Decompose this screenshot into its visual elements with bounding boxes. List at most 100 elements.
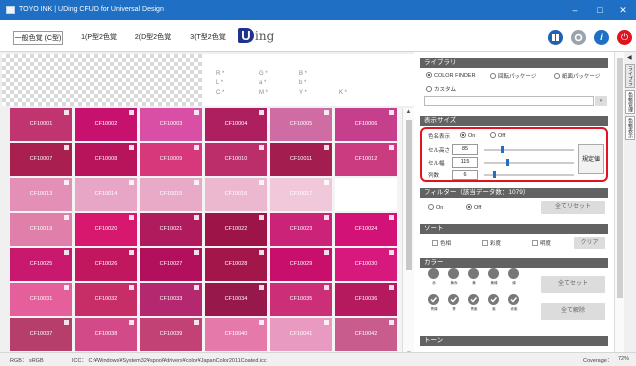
swatch-cell[interactable]: CF10035: [270, 283, 332, 316]
vtab-book-display[interactable]: 色帳表示: [625, 116, 635, 140]
panel-scroll-thumb[interactable]: [617, 58, 623, 298]
swatch-cell[interactable]: CF10029: [270, 248, 332, 281]
swatch-cell[interactable]: CF10018: [335, 178, 397, 211]
swatch-cell[interactable]: CF10027: [140, 248, 202, 281]
swatch-cell[interactable]: CF10042: [335, 318, 397, 351]
swatch-cell[interactable]: CF10006: [335, 108, 397, 141]
swatch-cell[interactable]: CF10019: [10, 213, 72, 246]
select-all-colors-button[interactable]: 全てセット: [541, 276, 605, 293]
library-option-custom[interactable]: カスタム: [426, 85, 456, 93]
swatch-cell[interactable]: CF10040: [205, 318, 267, 351]
info-icon[interactable]: i: [594, 30, 609, 45]
swatch-cell[interactable]: CF10034: [205, 283, 267, 316]
swatch-cell[interactable]: CF10021: [140, 213, 202, 246]
columns-slider[interactable]: [484, 171, 574, 178]
scroll-thumb[interactable]: [406, 120, 412, 270]
swatch-cell[interactable]: CF10030: [335, 248, 397, 281]
swatch-cell[interactable]: CF10033: [140, 283, 202, 316]
swatch-cell[interactable]: CF10039: [140, 318, 202, 351]
filter-on[interactable]: On: [428, 204, 443, 211]
swatch-cell[interactable]: CF10020: [75, 213, 137, 246]
color-filter-dot[interactable]: [428, 294, 439, 305]
tab-d-type[interactable]: 2(D型2色覚: [129, 31, 177, 45]
color-filter-dot[interactable]: [488, 268, 499, 279]
gear-icon[interactable]: [571, 30, 586, 45]
maximize-button[interactable]: □: [589, 3, 611, 17]
tab-p-type[interactable]: 1(P型2色覚: [75, 31, 123, 45]
swatch-cell[interactable]: CF10016: [205, 178, 267, 211]
swatch-cell[interactable]: CF10014: [75, 178, 137, 211]
cell-height-slider[interactable]: [484, 146, 574, 153]
swatch-cell[interactable]: CF10028: [205, 248, 267, 281]
swatch-cell[interactable]: CF10031: [10, 283, 72, 316]
name-display-off[interactable]: Off: [490, 132, 505, 139]
swatch-cell[interactable]: CF10002: [75, 108, 137, 141]
sort-lightness[interactable]: 明度: [532, 239, 551, 247]
swatch-cell[interactable]: CF10012: [335, 143, 397, 176]
cell-width-slider[interactable]: [484, 159, 574, 166]
grid-scrollbar[interactable]: ▲ ▼: [402, 108, 414, 358]
cell-height-input[interactable]: 85: [452, 144, 478, 155]
swatch-cell[interactable]: CF10003: [140, 108, 202, 141]
vtab-library[interactable]: ライブラリ: [625, 64, 635, 88]
chevron-down-icon[interactable]: ▾: [595, 96, 607, 106]
cell-width-knob[interactable]: [506, 159, 509, 166]
color-filter-dot[interactable]: [468, 294, 479, 305]
swatch-cell[interactable]: CF10010: [205, 143, 267, 176]
swatch-cell[interactable]: CF10023: [270, 213, 332, 246]
swatch-cell[interactable]: CF10013: [10, 178, 72, 211]
sort-saturation[interactable]: 彩度: [482, 239, 501, 247]
swatch-cell[interactable]: CF10038: [75, 318, 137, 351]
deselect-all-colors-button[interactable]: 全て解除: [541, 303, 605, 320]
library-option-colorfinder[interactable]: COLOR FINDER: [426, 72, 476, 79]
columns-input[interactable]: 6: [452, 170, 478, 180]
sort-clear-button[interactable]: クリア: [574, 237, 605, 249]
reset-all-button[interactable]: 全てリセット: [541, 201, 605, 214]
color-filter-dot[interactable]: [448, 268, 459, 279]
color-filter-dot[interactable]: [488, 294, 499, 305]
sort-hue[interactable]: 色相: [432, 239, 451, 247]
close-button[interactable]: ✕: [612, 3, 634, 17]
default-values-button[interactable]: 規定値: [578, 144, 604, 174]
minimize-button[interactable]: –: [564, 3, 586, 17]
swatch-cell[interactable]: CF10001: [10, 108, 72, 141]
filter-off[interactable]: Off: [466, 204, 481, 211]
cell-width-input[interactable]: 115: [452, 157, 478, 168]
book-icon[interactable]: [548, 30, 563, 45]
power-icon[interactable]: ⏻: [617, 30, 632, 45]
color-filter-dot[interactable]: [508, 294, 519, 305]
swatch-cell[interactable]: CF10041: [270, 318, 332, 351]
custom-library-dropdown[interactable]: [424, 96, 594, 106]
library-option-rotation[interactable]: 回転パッケージ: [490, 72, 536, 80]
swatch-cell[interactable]: CF10015: [140, 178, 202, 211]
swatch-cell[interactable]: CF10026: [75, 248, 137, 281]
swatch-cell[interactable]: CF10025: [10, 248, 72, 281]
collapse-arrow-icon[interactable]: ◀: [627, 54, 632, 61]
scroll-up-icon[interactable]: ▲: [403, 109, 414, 115]
swatch-cell[interactable]: CF10009: [140, 143, 202, 176]
swatch-cell[interactable]: CF10032: [75, 283, 137, 316]
library-option-paper[interactable]: 紙面パッケージ: [554, 72, 600, 80]
swatch-cell[interactable]: CF10036: [335, 283, 397, 316]
swatch-cell[interactable]: CF10037: [10, 318, 72, 351]
swatch-cell[interactable]: CF10011: [270, 143, 332, 176]
vtab-book-manage[interactable]: 色帳管理: [625, 90, 635, 114]
swatch-cell[interactable]: CF10007: [10, 143, 72, 176]
tab-t-type[interactable]: 3(T型2色覚: [184, 31, 232, 45]
swatch-marker-icon: [324, 110, 329, 115]
swatch-cell[interactable]: CF10008: [75, 143, 137, 176]
name-display-on[interactable]: On: [460, 132, 475, 139]
swatch-cell[interactable]: CF10024: [335, 213, 397, 246]
swatch-cell[interactable]: CF10004: [205, 108, 267, 141]
color-filter-dot[interactable]: [508, 268, 519, 279]
swatch-cell[interactable]: CF10022: [205, 213, 267, 246]
tab-normal-vision[interactable]: 一般色覚 (C型): [13, 31, 63, 45]
swatch-cell[interactable]: CF10017: [270, 178, 332, 211]
cell-height-knob[interactable]: [501, 146, 504, 153]
color-filter-dot[interactable]: [428, 268, 439, 279]
columns-knob[interactable]: [493, 171, 496, 178]
swatch-cell[interactable]: CF10005: [270, 108, 332, 141]
color-filter-dot[interactable]: [448, 294, 459, 305]
color-filter-dot[interactable]: [468, 268, 479, 279]
panel-scrollbar[interactable]: [614, 52, 624, 352]
